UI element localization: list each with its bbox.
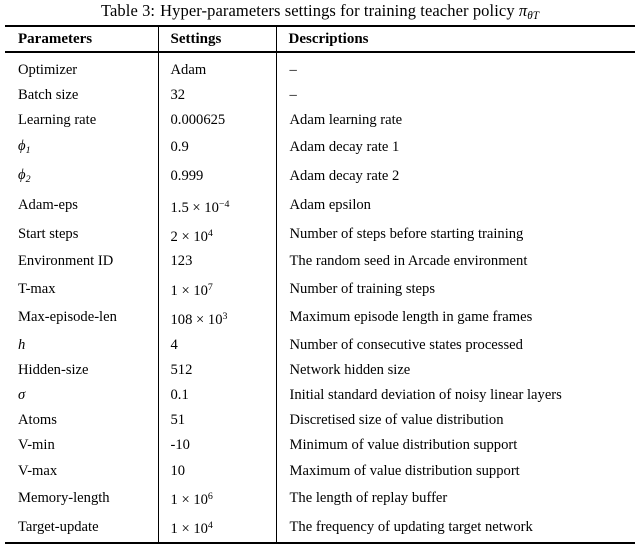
cell-setting: 1 × 107 — [157, 274, 276, 304]
table-row: T-max 1 × 107 Number of training steps — [5, 274, 635, 304]
cell-parameter: V-max — [18, 462, 58, 479]
cell-setting: 512 — [157, 357, 276, 383]
cell-setting: 0.9 — [157, 133, 276, 163]
cell-description: Adam decay rate 1 — [275, 133, 635, 163]
cell-description: Number of steps before starting training — [275, 220, 635, 250]
cell-setting: 32 — [157, 83, 276, 109]
cell-parameter: ϕ2 — [18, 166, 31, 185]
table-row: Atoms 51 Discretised size of value distrib… — [5, 408, 635, 434]
cell-description: Initial standard deviation of noisy line… — [275, 382, 635, 409]
cell-description: The frequency of updating target network — [275, 512, 635, 544]
table-row: Batch size 32– — [5, 83, 635, 109]
cell-setting: 0.1 — [157, 382, 276, 409]
table-body: Optimizer Adam – Batch size 32– Learning rate… — [5, 50, 635, 544]
column-header-settings: Settings — [157, 25, 276, 52]
cell-setting: 1.5 × 10−4 — [157, 191, 276, 221]
cell-description: Adam decay rate 2 — [275, 162, 635, 192]
table-caption: Table 3: Hyper-parameters settings for tr… — [0, 0, 640, 27]
cell-description: The random seed in Arcade environment — [275, 249, 635, 275]
caption-policy-subscript: θT — [527, 10, 540, 23]
cell-parameter: Adam-eps — [18, 197, 78, 214]
cell-setting: 2 × 104 — [157, 220, 276, 250]
table-row: Optimizer Adam – — [5, 50, 635, 84]
table-row: V-max 10 Maximum of value distribution sup… — [5, 458, 635, 484]
table-row: Target-update 1 × 104 The frequency of upd… — [5, 512, 635, 544]
cell-setting: 10 — [157, 458, 276, 484]
cell-setting: -10 — [157, 433, 276, 459]
cell-description: Network hidden size — [275, 357, 635, 383]
table-row: h 4 Number of consecutive states processed — [5, 332, 635, 358]
cell-description: The length of replay buffer — [275, 483, 635, 513]
cell-setting: 123 — [157, 249, 276, 275]
cell-setting: Adam — [157, 50, 276, 84]
table-row: V-min -10 Minimum of value distribution su… — [5, 433, 635, 459]
cell-parameter: ϕ1 — [18, 137, 31, 156]
column-header-parameters: Parameters — [5, 25, 158, 52]
cell-description: Maximum of value distribution support — [275, 458, 635, 484]
cell-description: Adam learning rate — [275, 108, 635, 134]
table-row: Memory-length 1 × 106 The length of replay… — [5, 483, 635, 513]
cell-parameter: Environment ID — [18, 253, 114, 270]
caption-policy-symbol: πθT — [518, 1, 540, 23]
cell-setting: 108 × 103 — [157, 303, 276, 333]
cell-setting: 0.000625 — [157, 108, 276, 134]
cell-description: Number of training steps — [275, 274, 635, 304]
cell-parameter: Optimizer — [5, 50, 158, 84]
table-row: Hidden-size 512 Network hidden size — [5, 357, 635, 383]
hyperparameter-table-wrapper: Parameters Settings Descriptions Optimiz… — [5, 25, 635, 544]
table-row: Learning rate 0.000625 Adam learning rate — [5, 108, 635, 134]
table-header: Parameters Settings Descriptions — [5, 25, 635, 52]
column-header-descriptions: Descriptions — [275, 25, 635, 52]
cell-description: Discretised size of value distribution — [275, 408, 635, 434]
table-page: Table 3: Hyper-parameters settings for tr… — [0, 0, 640, 544]
table-row: Environment ID 123 The random seed in Arca… — [5, 249, 635, 275]
cell-parameter: Max-episode-len — [18, 309, 117, 326]
table-row: Max-episode-len 108 × 103 Maximum episode … — [5, 303, 635, 333]
cell-parameter: Memory-length — [18, 489, 110, 506]
caption-text: Hyper-parameters settings for training t… — [160, 1, 515, 20]
table-row: ϕ1 0.9 Adam decay rate 1 — [5, 133, 635, 163]
cell-setting: 4 — [157, 332, 276, 358]
cell-setting: 51 — [157, 408, 276, 434]
cell-parameter: Start steps — [18, 226, 79, 243]
cell-parameter: V-min — [18, 437, 55, 454]
cell-setting: 1 × 106 — [157, 483, 276, 513]
cell-parameter: Atoms — [18, 412, 57, 429]
cell-description: Minimum of value distribution support — [275, 433, 635, 459]
cell-description: – — [275, 83, 635, 109]
caption-label: Table 3: — [100, 1, 156, 20]
table-row: σ 0.1 Initial standard deviation of noisy … — [5, 382, 635, 409]
cell-description: Number of consecutive states processed — [275, 332, 635, 358]
cell-description: – — [275, 50, 635, 84]
cell-description: Adam epsilon — [275, 191, 635, 221]
cell-parameter: Hidden-size — [18, 361, 89, 378]
cell-description: Maximum episode length in game frames — [275, 303, 635, 333]
table-row: Adam-eps 1.5 × 10−4 Adam epsilon — [5, 191, 635, 221]
cell-setting: 1 × 104 — [157, 512, 276, 544]
table-row: ϕ2 0.999 Adam decay rate 2 — [5, 162, 635, 192]
cell-setting: 0.999 — [157, 162, 276, 192]
table-row: Start steps 2 × 104 Number of steps before… — [5, 220, 635, 250]
cell-parameter: Learning rate — [18, 112, 97, 129]
cell-parameter: σ — [18, 386, 26, 403]
cell-parameter: T-max — [18, 280, 56, 297]
cell-parameter: Target-update — [5, 512, 158, 544]
hyperparameter-table: Parameters Settings Descriptions Optimiz… — [5, 25, 635, 544]
header-row: Parameters Settings Descriptions — [5, 25, 635, 52]
cell-parameter: h — [18, 336, 26, 353]
cell-parameter: Batch size — [18, 87, 79, 104]
